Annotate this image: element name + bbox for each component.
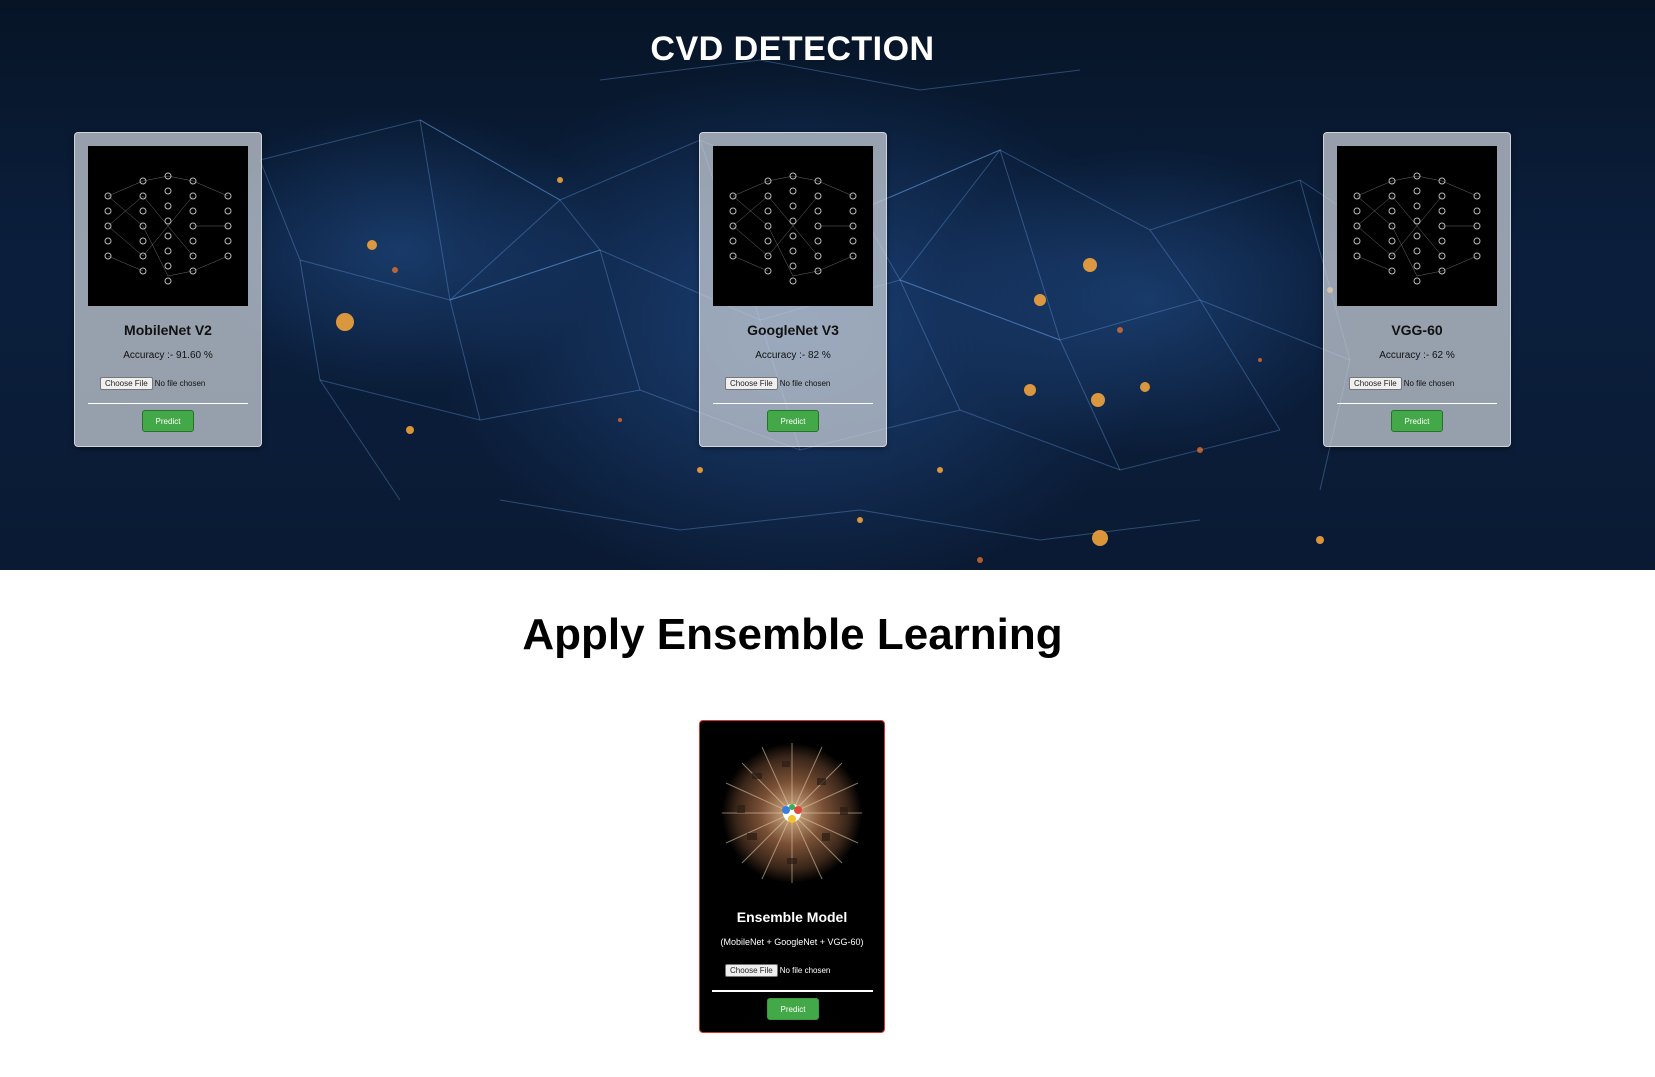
ensemble-section-title: Apply Ensemble Learning: [522, 610, 1063, 659]
choose-file-button[interactable]: Choose File: [100, 377, 153, 390]
ensemble-model-description: (MobileNet + GoogleNet + VGG-60): [720, 937, 864, 947]
choose-file-button[interactable]: Choose File: [725, 964, 778, 977]
divider: [88, 403, 248, 404]
predict-button[interactable]: Predict: [767, 998, 819, 1020]
model-accuracy: Accuracy :- 62 %: [1379, 350, 1455, 361]
model-accuracy: Accuracy :- 91.60 %: [123, 350, 213, 361]
file-status: No file chosen: [1403, 379, 1455, 388]
file-status: No file chosen: [154, 379, 206, 388]
model-card-googlenet: GoogleNet V3 Accuracy :- 82 % Choose Fil…: [699, 132, 887, 447]
file-input[interactable]: Choose File No file chosen: [725, 377, 830, 390]
neural-network-icon: [88, 146, 248, 306]
file-status: No file chosen: [779, 379, 831, 388]
ensemble-model-card: Ensemble Model (MobileNet + GoogleNet + …: [699, 720, 885, 1033]
choose-file-button[interactable]: Choose File: [1349, 377, 1402, 390]
divider: [712, 990, 873, 992]
model-accuracy: Accuracy :- 82 %: [755, 350, 831, 361]
divider: [1337, 403, 1497, 404]
choose-file-button[interactable]: Choose File: [725, 377, 778, 390]
model-card-vgg: VGG-60 Accuracy :- 62 % Choose File No fi…: [1323, 132, 1511, 447]
model-name: MobileNet V2: [124, 322, 212, 338]
file-input[interactable]: Choose File No file chosen: [725, 964, 830, 977]
model-name: VGG-60: [1391, 322, 1443, 338]
predict-button[interactable]: Predict: [1391, 410, 1443, 432]
neural-network-icon: [713, 146, 873, 306]
file-input[interactable]: Choose File No file chosen: [1349, 377, 1454, 390]
divider: [713, 403, 873, 404]
predict-button[interactable]: Predict: [142, 410, 194, 432]
neural-network-icon: [1337, 146, 1497, 306]
file-status: No file chosen: [779, 966, 831, 975]
file-input[interactable]: Choose File No file chosen: [100, 377, 205, 390]
page-title: CVD DETECTION: [650, 30, 935, 68]
model-card-mobilenet: MobileNet V2 Accuracy :- 91.60 % Choose …: [74, 132, 262, 447]
predict-button[interactable]: Predict: [767, 410, 819, 432]
ensemble-sphere-icon: [712, 733, 872, 893]
model-name: GoogleNet V3: [747, 322, 839, 338]
ensemble-model-name: Ensemble Model: [736, 909, 848, 925]
hero-banner: CVD DETECTION MobileNet V2 Accuracy:- 9…: [0, 0, 1655, 570]
